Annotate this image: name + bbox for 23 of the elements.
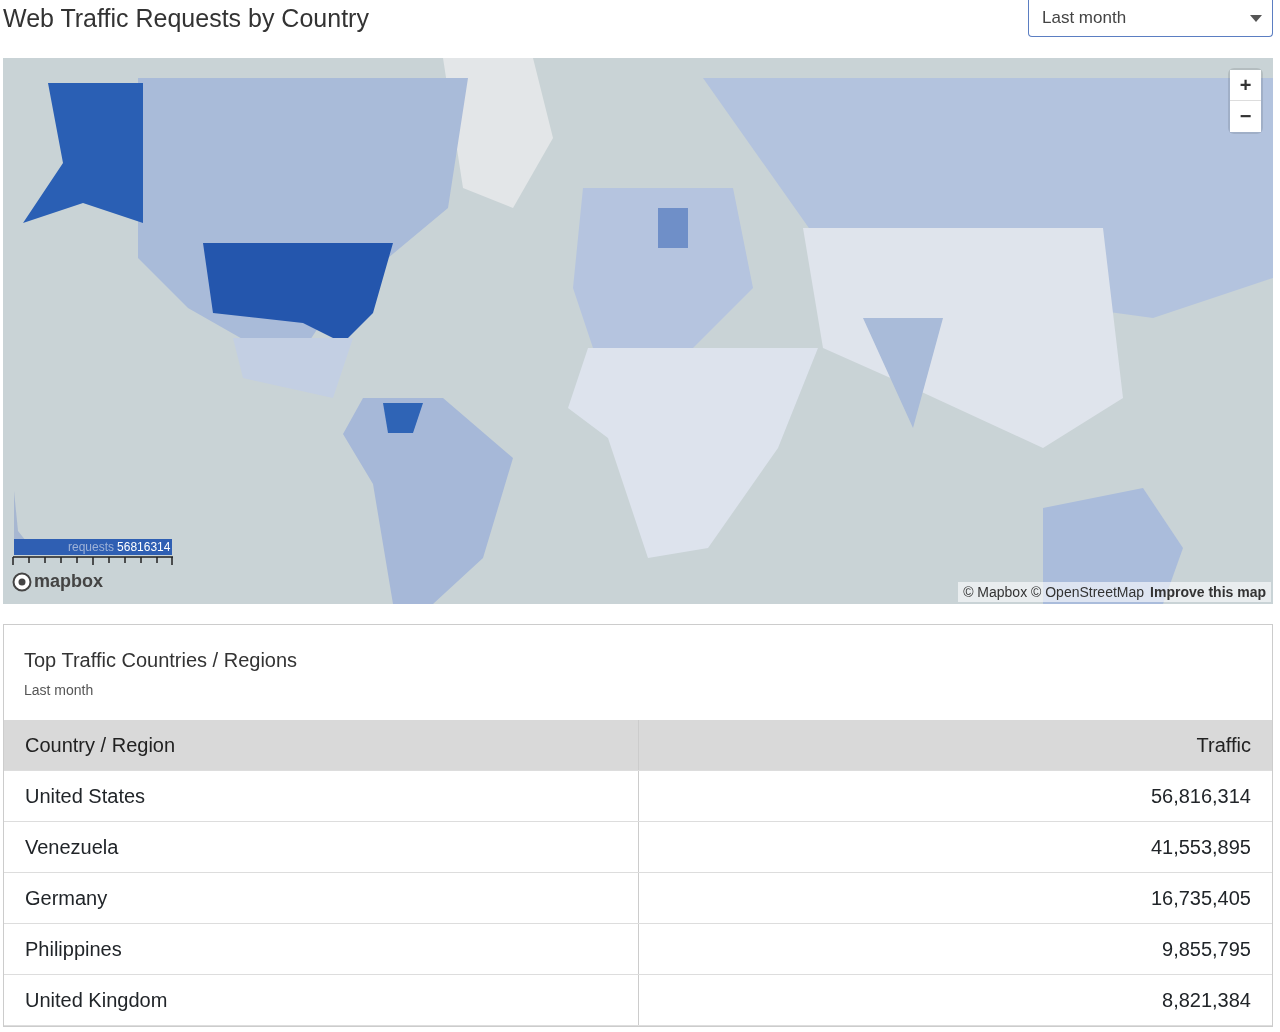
table-cell: 8,821,384: [638, 974, 1272, 1026]
table-cell: Germany: [4, 872, 639, 924]
column-header: Traffic: [638, 720, 1272, 771]
period-dropdown[interactable]: Last month: [1028, 0, 1273, 37]
caret-icon: [1250, 14, 1262, 22]
page-title: Web Traffic Requests by Country: [3, 4, 369, 33]
legend-max-value: 56816314: [117, 539, 171, 555]
column-header: Country / Region: [4, 720, 639, 771]
card-subtitle: Last month: [24, 682, 95, 698]
table-cell: 56,816,314: [638, 770, 1272, 822]
table-cell: 41,553,895: [638, 821, 1272, 873]
zoom-in-button[interactable]: +: [1230, 70, 1261, 101]
table-cell: Philippines: [4, 923, 639, 975]
table-cell: 9,855,795: [638, 923, 1272, 975]
table-cell: United Kingdom: [4, 974, 639, 1026]
table-cell: Venezuela: [4, 821, 639, 873]
mapbox-logo[interactable]: mapbox: [12, 571, 103, 592]
attribution-text: © Mapbox © OpenStreetMap: [963, 584, 1145, 600]
legend-label: requests: [68, 539, 115, 555]
card-title: Top Traffic Countries / Regions: [24, 649, 299, 672]
table-cell: 16,735,405: [638, 872, 1272, 924]
table-cell: United States: [4, 770, 639, 822]
improve-map-link[interactable]: Improve this map: [1150, 584, 1266, 600]
